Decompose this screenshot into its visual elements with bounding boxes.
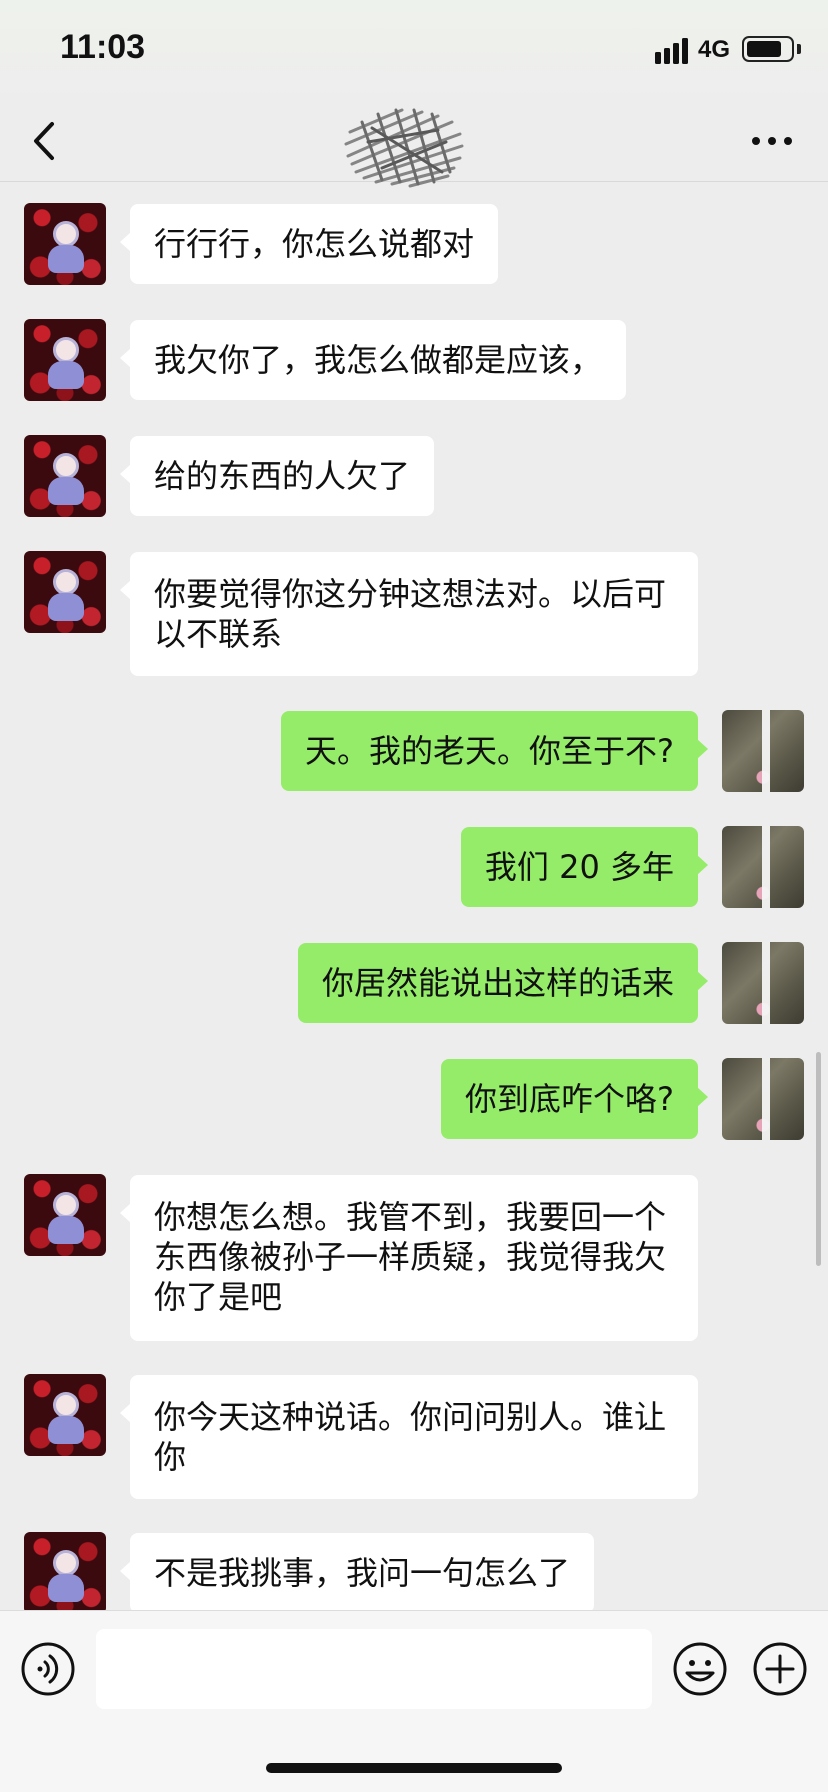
signal-icon xyxy=(655,38,688,64)
chevron-left-icon[interactable] xyxy=(26,118,66,164)
outgoing-message[interactable]: 我们 20 多年 xyxy=(460,827,709,907)
message-list[interactable]: 行行行，你怎么说都对 我欠你了，我怎么做都是应该， 给的东西的人欠了 你要觉得你… xyxy=(0,183,828,1610)
message-text: 你想怎么想。我管不到，我要回一个东西像被孙子一样质疑，我觉得我欠你了是吧 xyxy=(154,1198,667,1316)
status-time: 11:03 xyxy=(60,28,146,66)
status-bar: 11:03 4G xyxy=(0,0,828,100)
outgoing-message[interactable]: 你到底咋个咯? xyxy=(441,1059,708,1139)
message-text: 你居然能说出这样的话来 xyxy=(321,964,674,1002)
contact-avatar[interactable] xyxy=(24,551,106,633)
battery-tip xyxy=(797,44,801,54)
my-avatar[interactable] xyxy=(722,942,804,1024)
my-avatar[interactable] xyxy=(722,826,804,908)
incoming-message[interactable]: 给的东西的人欠了 xyxy=(119,436,435,516)
battery-icon xyxy=(742,36,794,62)
redacted-contact-name xyxy=(344,108,464,188)
message-text: 我欠你了，我怎么做都是应该， xyxy=(154,341,603,379)
message-text: 你到底咋个咯? xyxy=(465,1080,674,1118)
contact-avatar[interactable] xyxy=(24,1174,106,1256)
more-dots-icon[interactable] xyxy=(750,128,794,154)
emoji-icon[interactable] xyxy=(672,1641,728,1697)
contact-avatar[interactable] xyxy=(24,1532,106,1610)
scrollbar[interactable] xyxy=(816,1052,821,1266)
message-text: 天。我的老天。你至于不? xyxy=(305,732,674,770)
message-text: 你要觉得你这分钟这想法对。以后可以不联系 xyxy=(154,575,667,653)
contact-avatar[interactable] xyxy=(24,319,106,401)
contact-avatar[interactable] xyxy=(24,435,106,517)
network-type: 4G xyxy=(698,36,731,63)
incoming-message[interactable]: 我欠你了，我怎么做都是应该， xyxy=(119,320,627,400)
my-avatar[interactable] xyxy=(722,1058,804,1140)
outgoing-message[interactable]: 你居然能说出这样的话来 xyxy=(297,943,709,1023)
message-input[interactable] xyxy=(96,1629,652,1709)
home-indicator[interactable] xyxy=(266,1763,562,1773)
incoming-message[interactable]: 你要觉得你这分钟这想法对。以后可以不联系 xyxy=(120,552,698,676)
my-avatar[interactable] xyxy=(722,710,804,792)
incoming-message[interactable]: 你想怎么想。我管不到，我要回一个东西像被孙子一样质疑，我觉得我欠你了是吧 xyxy=(120,1175,698,1341)
outgoing-message[interactable]: 天。我的老天。你至于不? xyxy=(281,711,708,791)
incoming-message[interactable]: 行行行，你怎么说都对 xyxy=(119,204,499,284)
message-text: 行行行，你怎么说都对 xyxy=(154,225,475,263)
message-text: 我们 20 多年 xyxy=(484,848,674,886)
incoming-message[interactable]: 不是我挑事，我问一句怎么了 xyxy=(119,1533,595,1610)
message-text: 给的东西的人欠了 xyxy=(154,457,411,495)
plus-icon[interactable] xyxy=(752,1641,808,1697)
contact-avatar[interactable] xyxy=(24,1374,106,1456)
contact-avatar[interactable] xyxy=(24,203,106,285)
incoming-message[interactable]: 你今天这种说话。你问问别人。谁让你 xyxy=(120,1375,698,1499)
voice-icon[interactable] xyxy=(20,1641,76,1697)
message-text: 不是我挑事，我问一句怎么了 xyxy=(154,1554,571,1592)
chat-header xyxy=(0,100,828,188)
message-text: 你今天这种说话。你问问别人。谁让你 xyxy=(154,1398,667,1476)
